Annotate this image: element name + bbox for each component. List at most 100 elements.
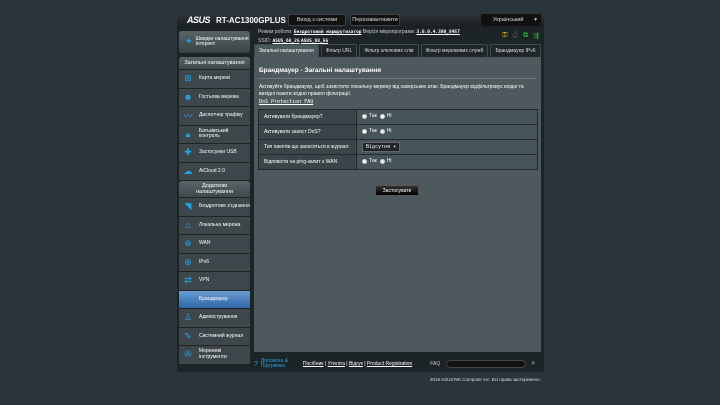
sidebar-item[interactable]: ✇ Мережеві інструменти	[179, 346, 250, 365]
footer-link[interactable]: Посібник	[303, 361, 324, 367]
setting-label: Активувати брандмауер?	[258, 109, 357, 125]
radio-label: Ні	[386, 113, 392, 120]
footer-link[interactable]: Product Registration	[367, 361, 412, 367]
advanced-menu-title: Додаткові налаштування	[179, 181, 250, 198]
faq-search-input[interactable]	[446, 360, 527, 368]
setting-value: Так Ні	[356, 109, 538, 125]
home-icon: ⌂	[185, 220, 191, 231]
sidebar-item[interactable]: ⊕ WAN	[179, 235, 250, 254]
radio-yes[interactable]: Так	[362, 128, 377, 134]
traffic-icon: 〰	[183, 111, 193, 122]
tab[interactable]: Загальні налаштування	[254, 44, 319, 57]
sidebar-item-label: Гостьова мережа	[199, 93, 239, 100]
usb-icon[interactable]: ⇶	[533, 32, 539, 40]
network-map-icon: ⊞	[184, 73, 192, 84]
sidebar-item[interactable]: ⊕ IPv6	[179, 254, 250, 272]
sidebar-item-label: WAN	[199, 240, 211, 246]
printer-icon[interactable]: ⎙	[513, 32, 519, 40]
wifi-icon: ◥	[184, 201, 192, 212]
sidebar-item[interactable]: ♙ Адміністрування	[179, 309, 250, 328]
tools-icon: ✇	[184, 349, 192, 360]
sidebar-item[interactable]: ⌂ Локальна мережа	[179, 217, 250, 235]
shield-icon: ⛉	[184, 293, 192, 304]
op-mode-link[interactable]: Бездротовий маршрутизатор	[294, 30, 362, 35]
log-type-select[interactable]: Відсутня ▾	[362, 142, 401, 152]
sidebar-item[interactable]: 〰 Диспетчер трафіку	[179, 107, 250, 126]
quick-internet-setup[interactable]: ✦ Швидке налаштування Інтернет	[179, 31, 250, 53]
sidebar-item[interactable]: ⛉ Брандмауер	[179, 290, 250, 309]
footer-link[interactable]: Відгук	[349, 361, 363, 367]
top-bar: ASUS RT-AC1300GPLUS Вихід з системи Пере…	[177, 12, 544, 28]
sidebar-item-label: VPN	[199, 277, 210, 283]
sidebar-item[interactable]: 🔒︎ Батьківський контроль	[179, 126, 250, 144]
radio-icon	[379, 113, 385, 119]
chevron-down-icon: ▾	[534, 17, 537, 23]
setting-value: Так Ні	[356, 124, 538, 140]
dos-faq-link[interactable]: DoS Protection FAQ	[259, 99, 313, 105]
divider	[259, 78, 536, 79]
fw-label: Версія мікропрограми:	[362, 29, 416, 35]
tab-bar: Загальні налаштування Фільтр URL Фільтр кл…	[254, 44, 541, 57]
help-support-link[interactable]: Допомога & Підтримка	[261, 358, 297, 370]
tab[interactable]: Брандмауер IPv6	[490, 44, 541, 57]
firmware-link[interactable]: 3.0.0.4.380_8457	[416, 30, 459, 35]
search-icon[interactable]: ⌕	[531, 360, 535, 368]
sidebar-item-label: Мережеві інструменти	[198, 348, 227, 360]
model-name: RT-AC1300GPLUS	[216, 15, 286, 25]
advanced-menu: Додаткові налаштування ◥ Бездротове з'єдн…	[179, 181, 250, 365]
sidebar-item[interactable]: ☻ Гостьова мережа	[179, 89, 250, 107]
sidebar-item[interactable]: ✚ Застосунки USB	[179, 144, 250, 163]
globe-icon: ⊕	[184, 238, 192, 249]
puzzle-icon: ✚	[184, 147, 192, 158]
radio-icon	[362, 113, 367, 119]
admin-icon: ♙	[183, 312, 193, 323]
radio-icon	[362, 158, 367, 164]
sidebar-item-label: Локальна мережа	[199, 221, 241, 228]
sidebar-item[interactable]: ⇄ VPN	[179, 272, 250, 291]
wand-icon: ✦	[185, 36, 193, 47]
sidebar-item[interactable]: ✎ Системний журнал	[179, 328, 250, 346]
setting-label: Відповісти на ping-запит з WAN	[258, 154, 357, 170]
setting-value: Відсутня ▾	[356, 139, 538, 155]
language-select[interactable]: Український ▾	[481, 14, 541, 26]
footer-link[interactable]: Утиліта	[328, 361, 345, 367]
tab[interactable]: Фільтр мережевих служб	[420, 44, 489, 57]
log-icon: ✎	[184, 330, 192, 341]
radio-no[interactable]: Ні	[379, 113, 392, 120]
settings-table: Активувати брандмауер? Так Ні Активувати за…	[258, 109, 538, 170]
setting-value: Так Ні	[356, 154, 538, 170]
sidebar-item-label: IPv6	[199, 258, 210, 265]
radio-yes[interactable]: Так	[362, 158, 377, 164]
radio-yes[interactable]: Так	[362, 113, 377, 119]
key-icon[interactable]: ⚿	[502, 32, 507, 40]
radio-icon	[379, 158, 385, 164]
sidebar-item-label: Адміністрування	[199, 314, 238, 320]
qis-label: Швидке налаштування Інтернет	[195, 35, 249, 47]
footer: ? Допомога & Підтримка Посібник | Утиліт…	[254, 357, 536, 370]
description: Активуйте брандмауер, щоб захистити лока…	[259, 84, 524, 97]
firewall-panel: Брандмауер - Загальні налаштування Актив…	[254, 57, 541, 352]
reboot-button[interactable]: Перезавантажити	[350, 14, 400, 26]
copyright: 2019 ASUSTeK Computer Inc. Всі права зас…	[430, 377, 541, 382]
apply-button[interactable]: Застосувати	[375, 185, 419, 196]
setting-label: Тип пакетів що заносяться в журнал:	[258, 139, 357, 155]
help-icon: ?	[254, 360, 258, 368]
logout-button[interactable]: Вихід з системи	[288, 14, 346, 26]
sidebar-item-label: Застосунки USB	[199, 149, 237, 155]
radio-label: Ні	[386, 158, 392, 165]
sidebar-item[interactable]: ⊞ Карта мережі	[179, 70, 250, 89]
radio-no[interactable]: Ні	[379, 128, 392, 134]
tab[interactable]: Фільтр ключових слів	[359, 44, 419, 57]
vpn-icon: ⇄	[184, 275, 192, 286]
radio-label: Так	[369, 128, 377, 135]
sidebar-item[interactable]: ☁ AiCloud 2.0	[179, 163, 250, 181]
radio-no[interactable]: Ні	[379, 158, 392, 165]
tab[interactable]: Фільтр URL	[320, 44, 358, 57]
radio-icon	[379, 128, 385, 134]
client-icon[interactable]: ⧉	[523, 32, 528, 40]
ipv6-icon: ⊕	[184, 256, 192, 267]
guest-network-icon: ☻	[183, 92, 193, 103]
cloud-icon: ☁	[183, 165, 193, 176]
sidebar-item[interactable]: ◥ Бездротове з'єднання	[179, 198, 250, 217]
sidebar-item-label: Бездротове з'єднання	[199, 203, 250, 209]
